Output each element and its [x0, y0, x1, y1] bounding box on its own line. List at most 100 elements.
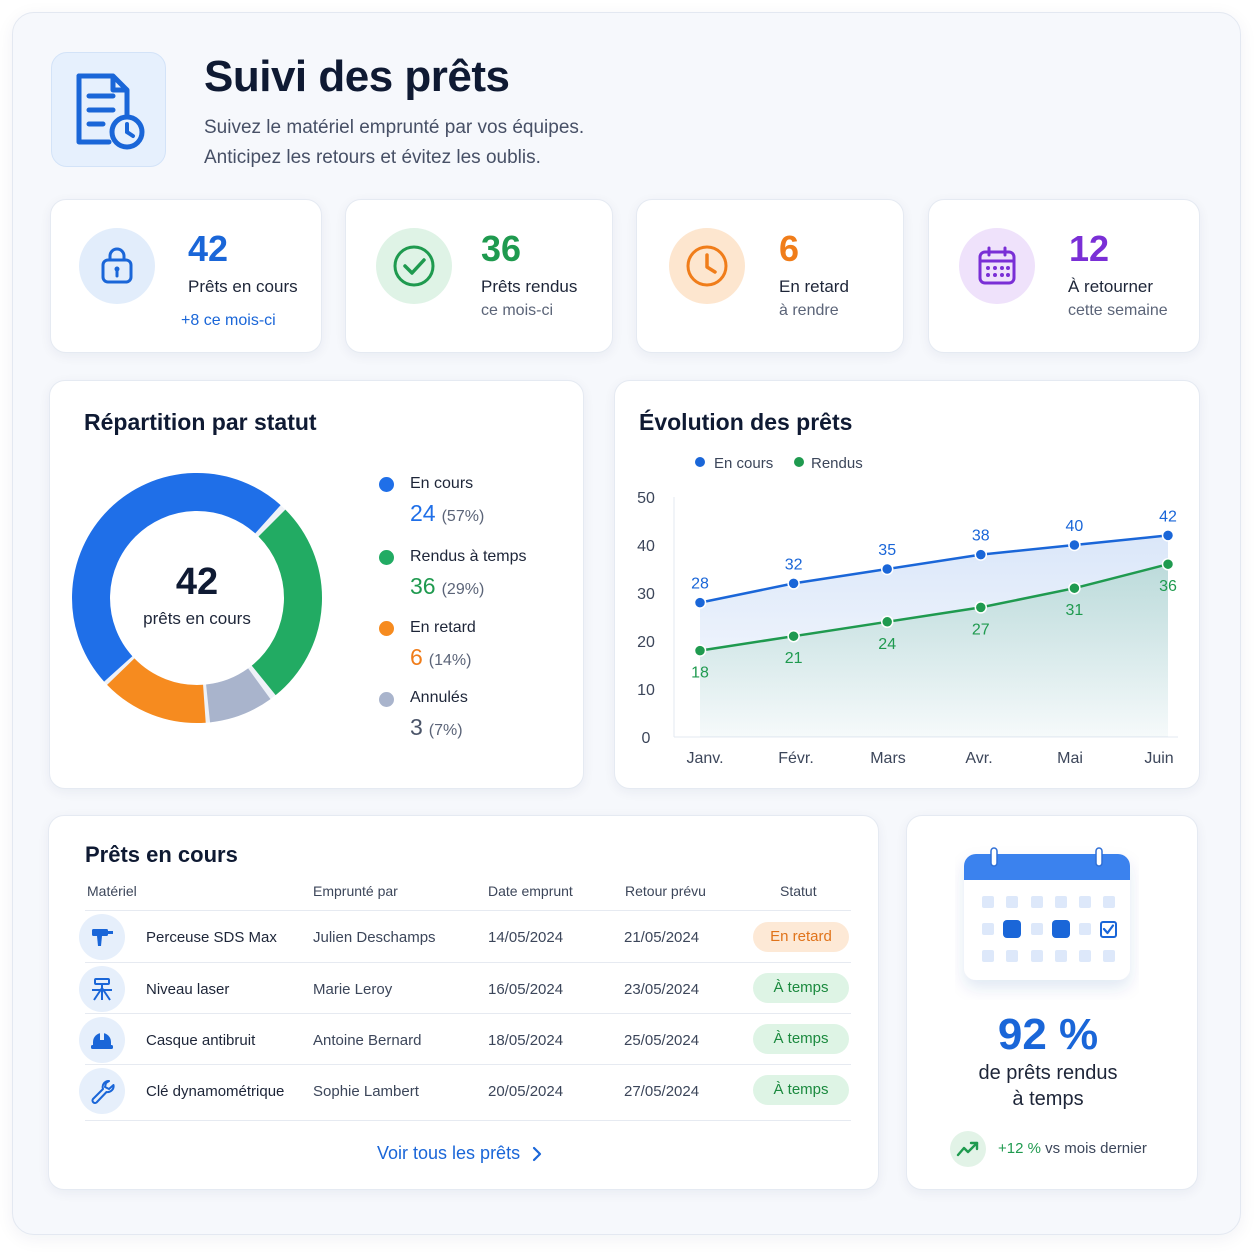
table-header-emprunte-par[interactable]: Emprunté par — [313, 883, 398, 899]
cell-borrower: Marie Leroy — [313, 981, 393, 998]
legend-value: 36 (29%) — [410, 573, 485, 599]
stat-sub: à rendre — [779, 302, 839, 319]
y-tick-label: 0 — [642, 730, 651, 747]
stat-sub: cette semaine — [1068, 302, 1168, 319]
cell-loan-date: 16/05/2024 — [488, 981, 564, 998]
data-label-en-cours: 28 — [691, 576, 709, 593]
on-time-percentage: 92 % — [997, 1010, 1099, 1059]
trend-up-icon — [956, 1141, 979, 1157]
data-label-rendus: 18 — [691, 665, 709, 682]
wrench-icon — [79, 1068, 125, 1114]
stat-value: 6 — [779, 228, 800, 269]
calendar-icon — [959, 228, 1035, 304]
legend-label: En cours — [410, 475, 474, 492]
donut-center-value: 42 — [175, 561, 219, 603]
trend-caption: vs mois dernier — [1045, 1140, 1147, 1157]
legend-value: 24 (57%) — [410, 500, 485, 526]
cell-borrower: Julien Deschamps — [313, 929, 436, 946]
x-tick-label: Mars — [870, 750, 906, 767]
table-header-statut[interactable]: Statut — [780, 883, 817, 899]
data-label-en-cours: 40 — [1066, 518, 1084, 535]
stat-trend: +8 ce mois-ci — [181, 312, 276, 329]
x-tick-label: Janv. — [686, 750, 723, 767]
data-point-en-cours — [787, 577, 800, 590]
cell-material: Perceuse SDS Max — [146, 929, 277, 946]
lock-icon — [79, 228, 155, 304]
stat-label: À retourner — [1068, 277, 1154, 296]
status-badge: À temps — [753, 973, 849, 1003]
donut-segment-rendus — [251, 509, 322, 696]
clock-icon — [669, 228, 745, 304]
cell-borrower: Antoine Bernard — [313, 1032, 422, 1049]
stat-label: En retard — [779, 277, 849, 296]
stat-card-en-cours[interactable]: 42 Prêts en cours +8 ce mois-ci — [50, 199, 322, 353]
legend-label-rendus: Rendus — [811, 455, 863, 472]
y-tick-label: 50 — [637, 490, 655, 507]
stat-value: 12 — [1069, 228, 1110, 269]
legend-dot-rendus — [379, 550, 394, 565]
chart-title: Évolution des prêts — [639, 409, 853, 435]
cell-return-date: 21/05/2024 — [624, 929, 700, 946]
y-tick-label: 20 — [637, 634, 655, 651]
on-time-label-line2: à temps — [1012, 1088, 1084, 1110]
legend-dot-retard — [379, 621, 394, 636]
cell-return-date: 25/05/2024 — [624, 1032, 700, 1049]
page-subtitle-line2: Anticipez les retours et évitez les oubl… — [204, 147, 541, 168]
data-label-rendus: 21 — [785, 650, 803, 667]
table-header-retour-prevu[interactable]: Retour prévu — [625, 883, 706, 899]
stat-card-retard[interactable]: 6 En retard à rendre — [636, 199, 904, 353]
legend-label: Annulés — [410, 689, 468, 706]
table-divider — [85, 1013, 851, 1014]
page-title: Suivi des prêts — [204, 52, 510, 101]
laser-level-icon — [79, 966, 125, 1012]
data-point-en-cours — [880, 562, 894, 576]
data-point-en-cours — [974, 548, 988, 561]
data-point-rendus — [693, 644, 707, 657]
data-label-rendus: 36 — [1159, 578, 1177, 595]
legend-dot-rendus — [794, 457, 804, 467]
stat-sub: ce mois-ci — [481, 302, 554, 319]
cell-borrower: Sophie Lambert — [313, 1083, 419, 1100]
current-loans-card: Prêts en cours — [48, 815, 879, 1190]
cell-loan-date: 18/05/2024 — [488, 1032, 564, 1049]
data-label-rendus: 24 — [878, 636, 896, 653]
data-point-rendus — [1068, 581, 1081, 595]
legend-label: Rendus à temps — [410, 548, 527, 565]
trend-text: +12 % vs mois dernier — [998, 1140, 1147, 1157]
data-point-en-cours — [1068, 538, 1081, 552]
data-point-rendus — [974, 601, 988, 614]
legend-dot-en-cours — [379, 477, 394, 492]
donut-segment-retard — [107, 657, 206, 723]
see-all-loans-link[interactable]: Voir tous les prêts — [377, 1143, 542, 1164]
data-point-en-cours — [693, 596, 707, 609]
stat-card-rendus[interactable]: 36 Prêts rendus ce mois-ci — [345, 199, 613, 353]
table-header-materiel[interactable]: Matériel — [87, 883, 137, 899]
x-tick-label: Juin — [1144, 750, 1173, 767]
x-tick-label: Févr. — [778, 750, 814, 767]
stat-value: 36 — [481, 228, 522, 269]
page-subtitle-line1: Suivez le matériel emprunté par vos équi… — [204, 117, 585, 138]
drill-icon — [79, 914, 125, 960]
donut-center-label: prêts en cours — [143, 609, 251, 628]
legend-value: 3 (7%) — [410, 714, 463, 740]
stat-card-a-retourner[interactable]: 12 À retourner cette semaine — [928, 199, 1200, 353]
data-label-rendus: 31 — [1066, 602, 1084, 619]
stat-label: Prêts rendus — [481, 277, 578, 296]
app-logo — [51, 52, 166, 167]
data-point-rendus — [1161, 557, 1175, 571]
section-title: Répartition par statut — [84, 409, 317, 435]
section-title: Prêts en cours — [85, 842, 238, 867]
status-badge: À temps — [753, 1024, 849, 1054]
check-circle-icon — [376, 228, 452, 304]
y-tick-label: 10 — [637, 682, 655, 699]
helmet-icon — [79, 1017, 125, 1063]
table-header-date-emprunt[interactable]: Date emprunt — [488, 883, 573, 899]
data-label-en-cours: 38 — [972, 528, 990, 545]
document-clock-icon — [76, 73, 144, 149]
table-divider — [85, 910, 851, 911]
legend-label-en-cours: En cours — [714, 455, 773, 472]
legend-value: 6 (14%) — [410, 644, 472, 670]
data-label-en-cours: 42 — [1159, 508, 1177, 525]
legend-dot-annules — [379, 692, 394, 707]
cell-material: Niveau laser — [146, 981, 230, 998]
